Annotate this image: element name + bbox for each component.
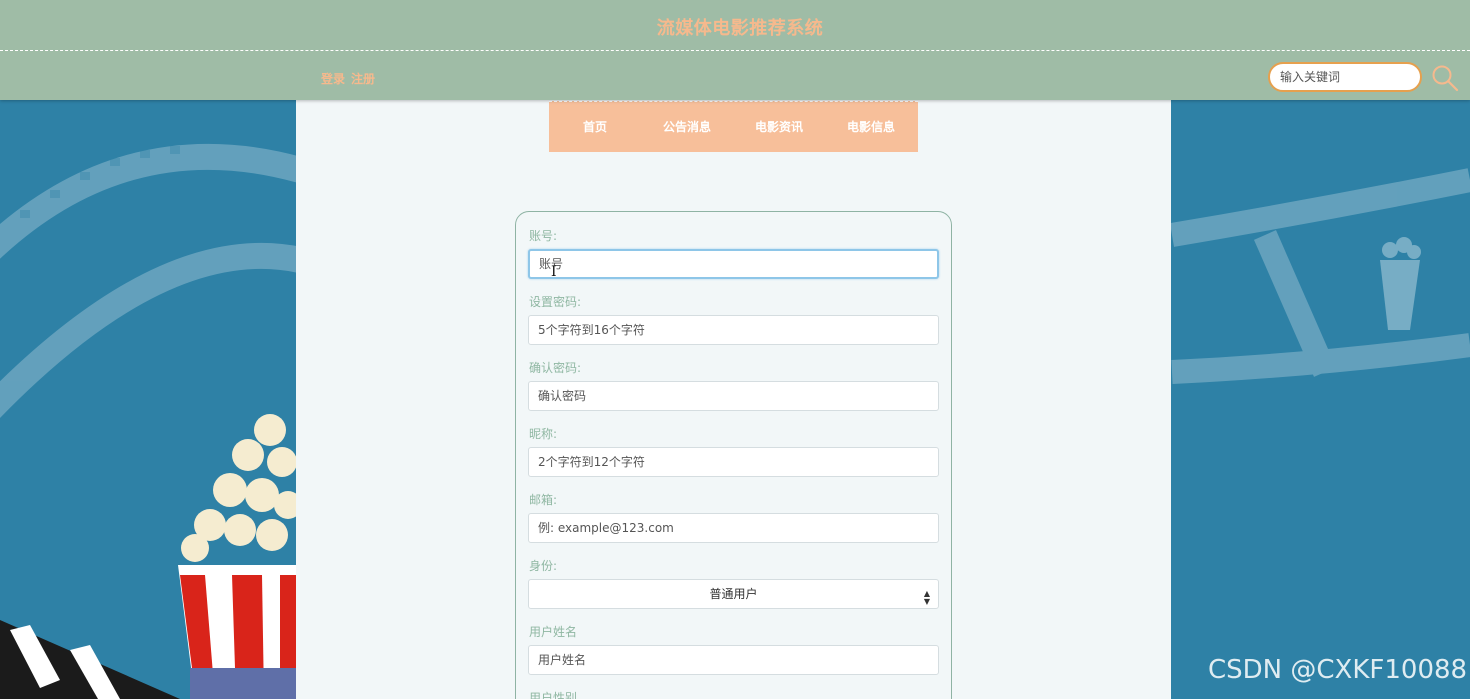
nickname-label: 昵称: bbox=[529, 427, 558, 441]
identity-select[interactable]: 普通用户 ▲ ▼ bbox=[528, 579, 939, 609]
login-link[interactable]: 登录 bbox=[321, 72, 345, 86]
text-cursor-icon: I bbox=[551, 264, 557, 280]
real-name-label: 用户姓名 bbox=[529, 625, 578, 639]
register-form: 账号: I 设置密码: 确认密码: 昵称: 邮箱: 身份: 普通用户 ▲▼ 用户… bbox=[515, 211, 952, 699]
watermark: CSDN @CXKF10088 bbox=[1208, 655, 1468, 685]
popcorn-bucket bbox=[178, 414, 302, 699]
account-input[interactable] bbox=[528, 249, 939, 279]
header-divider bbox=[0, 50, 1470, 51]
site-header: 流媒体电影推荐系统 登录 注册 bbox=[0, 0, 1470, 100]
nickname-input[interactable] bbox=[528, 447, 939, 477]
main-panel: 首页 公告消息 电影资讯 电影信息 账号: I 设置密码: 确认密码: 昵称: … bbox=[296, 100, 1171, 699]
search-input[interactable] bbox=[1268, 62, 1422, 92]
account-label: 账号: bbox=[529, 229, 558, 243]
nav-item-movie-news[interactable]: 电影资讯 bbox=[733, 102, 825, 153]
nav-item-home[interactable]: 首页 bbox=[549, 102, 641, 153]
email-input[interactable] bbox=[528, 513, 939, 543]
film-strip-left bbox=[0, 143, 304, 419]
password-label: 设置密码: bbox=[529, 295, 582, 309]
identity-label: 身份: bbox=[529, 559, 558, 573]
identity-select-value: 普通用户 bbox=[709, 587, 758, 601]
nav-item-movie-info[interactable]: 电影信息 bbox=[825, 102, 917, 153]
search-icon[interactable] bbox=[1431, 64, 1459, 92]
gender-label: 用户性别 bbox=[529, 691, 578, 699]
confirm-password-input[interactable] bbox=[528, 381, 939, 411]
email-label: 邮箱: bbox=[529, 493, 558, 507]
clapperboard bbox=[0, 620, 180, 699]
select-arrows-icon: ▲ ▼ bbox=[923, 589, 930, 606]
confirm-password-label: 确认密码: bbox=[529, 361, 582, 375]
site-title: 流媒体电影推荐系统 bbox=[656, 18, 824, 39]
password-input[interactable] bbox=[528, 315, 939, 345]
real-name-input[interactable] bbox=[528, 645, 939, 675]
popcorn-cup-faint bbox=[1380, 237, 1421, 330]
auth-links: 登录 注册 bbox=[321, 70, 381, 87]
nav-item-announcements[interactable]: 公告消息 bbox=[641, 102, 733, 153]
main-nav: 首页 公告消息 电影资讯 电影信息 bbox=[549, 101, 918, 152]
film-strip-right bbox=[1170, 168, 1470, 384]
register-link[interactable]: 注册 bbox=[351, 72, 375, 86]
